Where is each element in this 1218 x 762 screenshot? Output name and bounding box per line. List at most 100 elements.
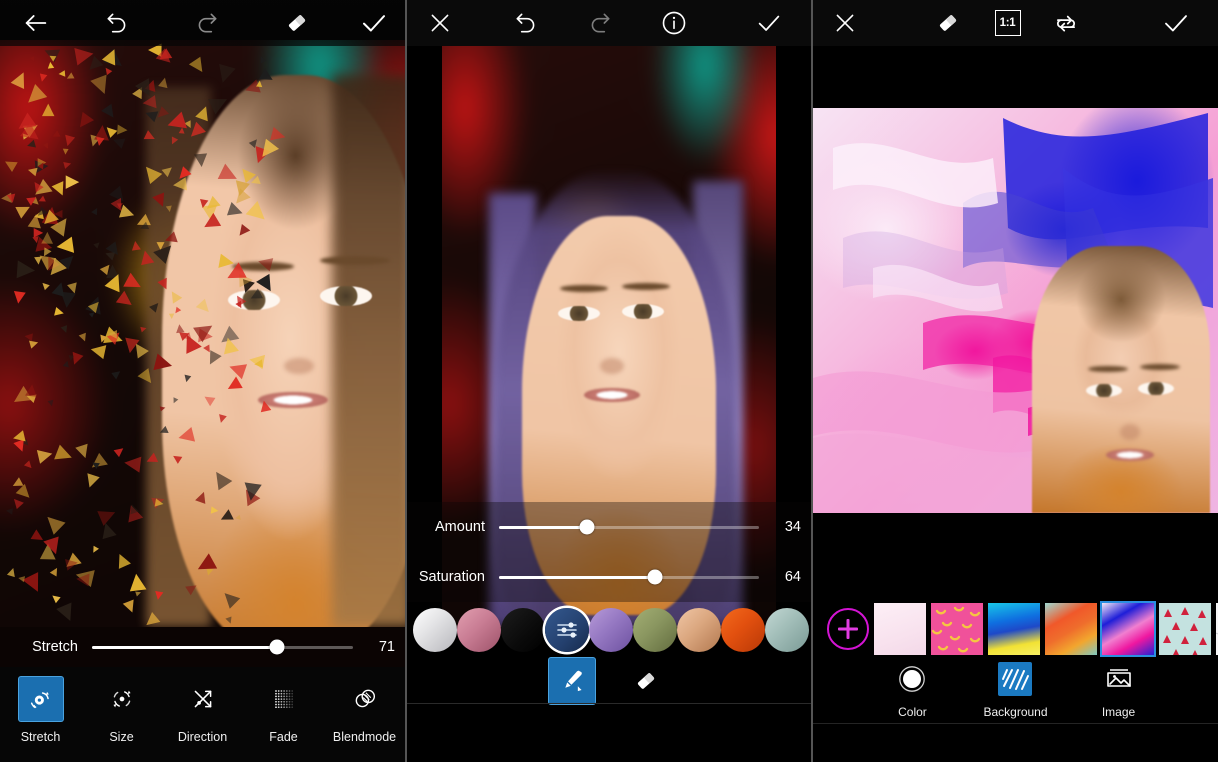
eyebrow-left [232,262,294,271]
amount-slider-value: 34 [784,519,801,535]
tool-stretch[interactable]: Stretch [4,677,78,744]
aspect-ratio-icon[interactable]: 1:1 [982,0,1034,46]
thumb-pink-blue-paint[interactable] [1102,603,1154,655]
saturation-slider-track[interactable] [499,569,759,585]
tool-direction[interactable]: Direction [166,677,240,744]
eraser-icon[interactable] [623,658,669,704]
undo-icon[interactable] [72,0,162,46]
swatch-silver[interactable] [413,608,457,652]
tool-fade[interactable]: Fade [247,677,321,744]
stretch-slider-label: Stretch [32,639,78,655]
color-circle-icon [895,662,929,696]
stretch-icon [18,677,63,721]
swatch-purple[interactable] [589,608,633,652]
tab-image[interactable]: Image [1102,662,1136,719]
check-icon[interactable] [1134,0,1218,46]
triangle-pattern [1163,607,1207,655]
banana-pattern [931,606,981,653]
background-pattern-icon [998,661,1033,696]
amount-slider-fill [499,525,588,529]
thumb-orange-teal-abstract[interactable] [1045,603,1097,655]
saturation-slider-fill [499,575,655,579]
swatch-teal[interactable] [765,608,809,652]
eye-right [1137,381,1174,395]
swatch-orange[interactable] [721,608,765,652]
direction-icon [181,677,225,721]
tool-direction-label: Direction [177,730,228,744]
eyebrow-right [622,283,670,290]
panel1-topbar [0,0,405,46]
thumb-pale-pink[interactable] [874,603,926,655]
check-icon[interactable] [727,0,811,46]
saturation-slider-value: 64 [784,569,801,585]
fade-icon [262,677,306,721]
tool-stretch-label: Stretch [20,730,61,744]
eye-left [558,306,600,321]
topbar-spacer-2 [711,0,727,46]
amount-slider-label: Amount [435,519,485,535]
eyebrow-left [560,285,608,292]
tool-fade-label: Fade [269,730,298,744]
redo-icon[interactable] [563,0,637,46]
mouth [1105,448,1154,461]
cutout-person [1031,245,1210,513]
redo-icon[interactable] [162,0,252,46]
background-thumbnail-strip[interactable] [813,600,1218,658]
app-root: Stretch 71 Stretch Size Direction Fade B… [0,0,1218,762]
panel3-topbar: 1:1 [813,0,1218,46]
tab-color[interactable]: Color [895,662,929,719]
saturation-slider-row: Saturation 64 [407,560,811,594]
brush-icon[interactable] [549,658,595,704]
panel1-toolbar: Stretch Size Direction Fade Blendmode [0,667,405,762]
eye-left [228,290,280,310]
close-icon[interactable] [407,0,473,46]
swatch-peach[interactable] [677,608,721,652]
tab-background-label: Background [983,704,1048,719]
nose [284,358,314,374]
undo-icon[interactable] [489,0,563,46]
swatch-black[interactable] [501,608,545,652]
tool-blendmode[interactable]: Blendmode [328,677,402,744]
swatch-settings-icon [557,622,577,638]
eye-right [622,304,664,319]
eye-left [1085,383,1122,397]
amount-slider-knob[interactable] [579,519,595,535]
mouth [258,392,328,408]
info-icon[interactable] [637,0,711,46]
add-background-button[interactable] [827,608,869,650]
thumb-pink-bananas[interactable] [931,603,983,655]
tab-image-label: Image [1101,704,1136,719]
stretch-slider-row: Stretch 71 [0,627,405,667]
refresh-icon[interactable] [1034,0,1098,46]
panel3-tabs: Color Background Image [813,658,1218,722]
panel3-canvas[interactable] [813,108,1218,513]
image-icon [1102,662,1136,696]
swatch-blue[interactable] [545,608,589,652]
mouth [584,388,640,402]
swatch-olive[interactable] [633,608,677,652]
swatch-pink[interactable] [457,608,501,652]
tool-size-label: Size [109,730,134,744]
panel-hair-color-tool: Amount 34 Saturation 64 [407,0,811,762]
close-icon[interactable] [813,0,877,46]
panel-stretch-tool: Stretch 71 Stretch Size Direction Fade B… [0,0,405,762]
stretch-slider-fill [92,645,278,649]
tool-size[interactable]: Size [85,677,159,744]
eraser-icon[interactable] [914,0,982,46]
thumb-teal-red-triangles[interactable] [1159,603,1211,655]
back-arrow-icon[interactable] [0,0,72,46]
stretch-slider-track[interactable] [92,639,353,655]
stretch-slider-knob[interactable] [269,639,285,655]
thumb-blue-yellow-gradient[interactable] [988,603,1040,655]
tab-background[interactable]: Background [983,661,1048,719]
eyebrow-right [320,256,390,265]
panel1-photo [0,40,405,627]
saturation-slider-knob[interactable] [647,569,663,585]
check-icon[interactable] [342,0,405,46]
panel1-canvas[interactable] [0,40,405,627]
panel3-bottom-divider [813,723,1218,724]
blendmode-icon [343,677,387,721]
amount-slider-track[interactable] [499,519,759,535]
eraser-icon[interactable] [252,0,342,46]
